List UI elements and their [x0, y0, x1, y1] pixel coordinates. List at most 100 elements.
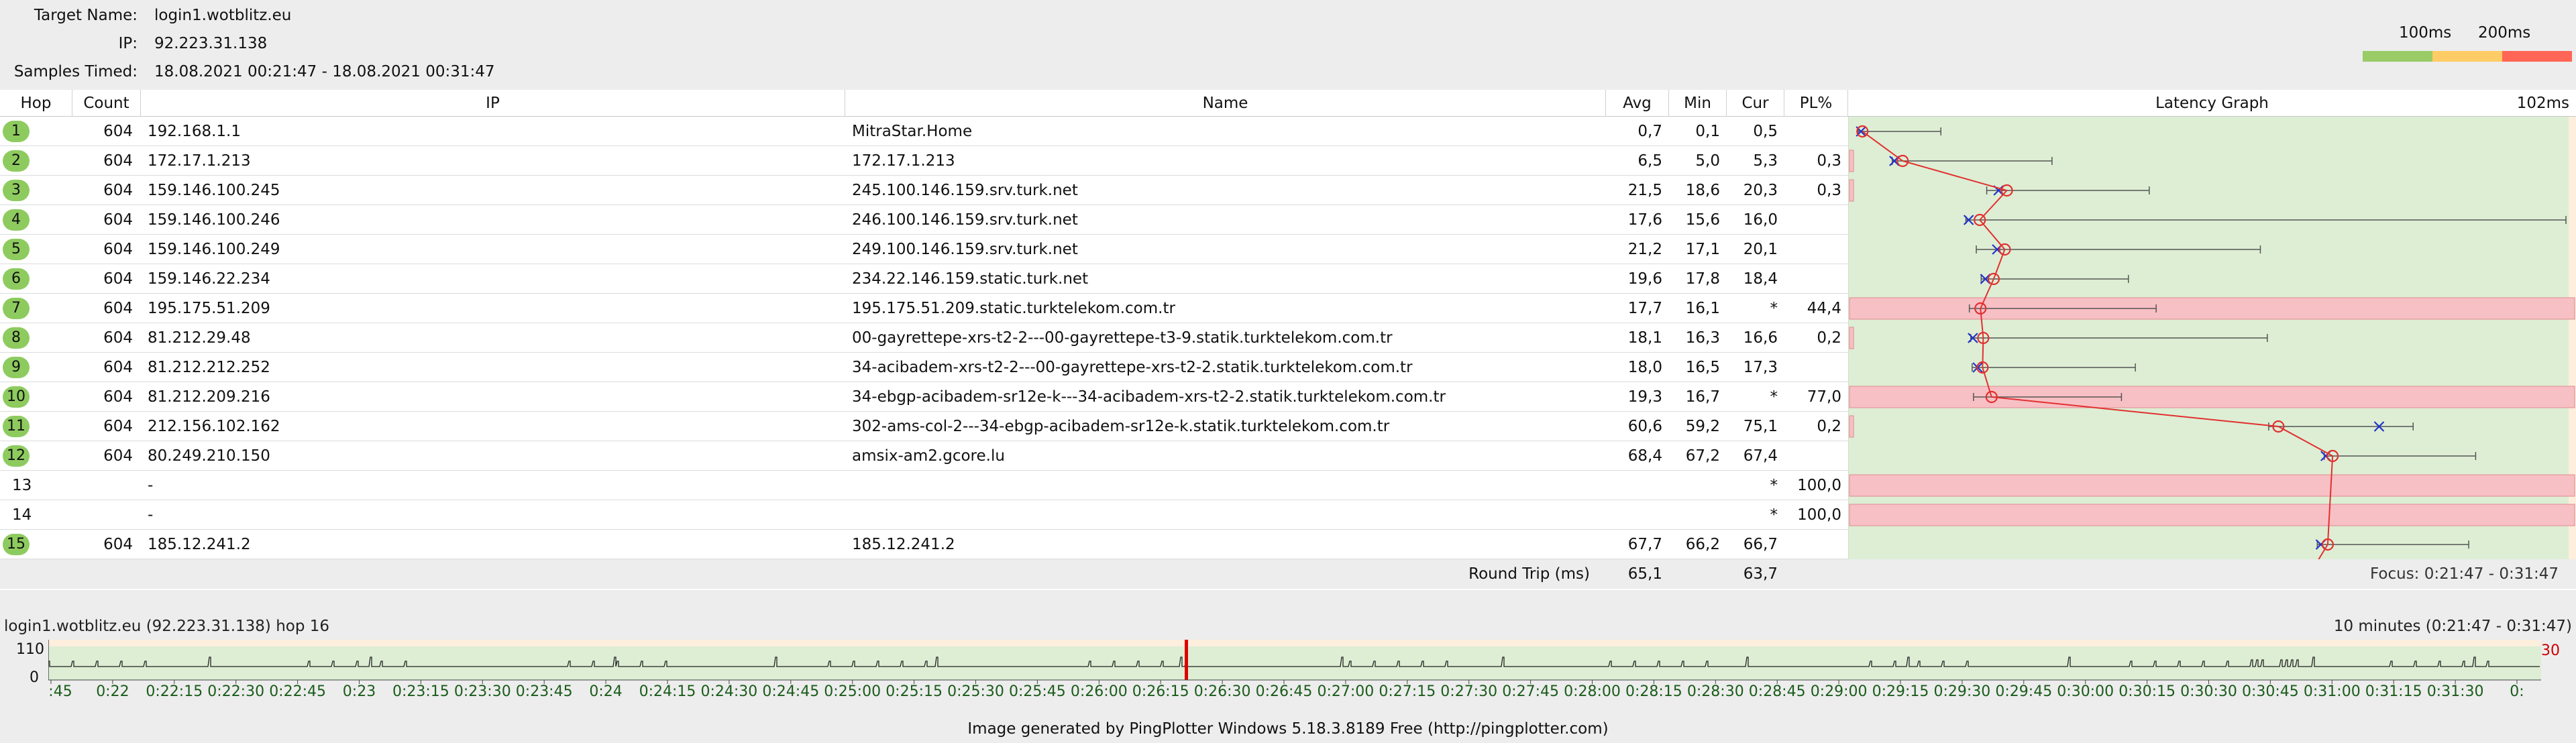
timeline-tick-label: 0:23:15 [392, 683, 449, 700]
round-trip-cur: 63,7 [1727, 559, 1784, 589]
table-row[interactable]: 2 604 172.17.1.213 172.17.1.213 6,5 5,0 5,3 0,3 [0, 146, 1848, 176]
timeline-tick-label: 0:26:45 [1256, 683, 1313, 700]
hop-number: 14 [12, 506, 32, 524]
cur-cell: 17,3 [1743, 359, 1778, 376]
table-row[interactable]: 11 604 212.156.102.162 302-ams-col-2---34-e… [0, 412, 1848, 441]
timeline-packet-loss-marker [1185, 640, 1188, 680]
footer-credit: Image generated by PingPlotter Windows 5… [0, 715, 2576, 743]
timeline-tick-label: 0:29:15 [1872, 683, 1929, 700]
timeline-tick-label: 0:30:45 [2242, 683, 2299, 700]
hop-cell: 7 [0, 294, 72, 323]
samples-timed-label: Samples Timed: [13, 63, 138, 80]
timeline-tick-label: 0:24:15 [639, 683, 696, 700]
timeline-tick-label: 0:22:15 [146, 683, 203, 700]
column-header-hop[interactable]: Hop [0, 90, 72, 117]
cur-cell: 5,3 [1753, 152, 1778, 170]
min-cell [1669, 471, 1727, 500]
packet-loss-cell [1784, 235, 1848, 264]
count-cell: 604 [103, 270, 133, 288]
ip-cell: 212.156.102.162 [148, 418, 280, 435]
scale-100ms-label: 100ms [2399, 24, 2452, 42]
table-row[interactable]: 8 604 81.212.29.48 00-gayrettepe-xrs-t2-2--… [0, 323, 1848, 353]
table-row[interactable]: 12 604 80.249.210.150 amsix-am2.gcore.lu 68,… [0, 441, 1848, 471]
packet-loss-cell [1784, 353, 1848, 382]
timeline-y-min: 0 [30, 669, 39, 686]
packet-loss-bar [1849, 415, 1854, 438]
timeline-tick-label: 0:22:45 [269, 683, 326, 700]
hop-cell: 6 [0, 264, 72, 294]
min-cell: 15,6 [1685, 211, 1720, 229]
cur-cell: * [1770, 388, 1778, 406]
timeline-tick-label: 0:30:30 [2180, 683, 2237, 700]
ip-cell: 81.212.29.48 [148, 329, 251, 347]
ip-cell: 172.17.1.213 [148, 152, 251, 170]
avg-cell: 67,7 [1627, 536, 1662, 553]
name-cell: 34-acibadem-xrs-t2-2---00-gayrettepe-xrs… [852, 359, 1413, 376]
table-row[interactable]: 3 604 159.146.100.245 245.100.146.159.srv.t… [0, 176, 1848, 205]
name-cell: 34-ebgp-acibadem-sr12e-k---34-acibadem-x… [852, 388, 1446, 406]
cur-cell: 18,4 [1743, 270, 1778, 288]
column-header-latency-graph[interactable]: Latency Graph [1848, 90, 2576, 117]
avg-cell: 17,7 [1627, 300, 1662, 317]
latency-graph [1848, 117, 2576, 559]
scale-bar-low [2363, 51, 2432, 62]
target-name-label: Target Name: [34, 7, 138, 24]
avg-cell: 68,4 [1627, 447, 1662, 465]
timeline-chart[interactable]: 21:45 0:22 0:22:150:22:30 0:22:45 0:23 0:23:1… [48, 640, 2541, 713]
count-cell: 604 [103, 447, 133, 465]
column-header-ip[interactable]: IP [141, 90, 845, 117]
ip-cell: 159.146.22.234 [148, 270, 270, 288]
min-cell: 16,1 [1685, 300, 1720, 317]
name-cell: amsix-am2.gcore.lu [852, 447, 1005, 465]
packet-loss-cell [1784, 117, 1848, 146]
timeline-tick-label: 0:24:30 [700, 683, 757, 700]
timeline-tick-label: 0:26:15 [1132, 683, 1189, 700]
count-cell [72, 500, 141, 530]
column-header-name[interactable]: Name [845, 90, 1606, 117]
cur-cell: 16,0 [1743, 211, 1778, 229]
latency-graph-max-label: 102ms [2516, 95, 2569, 112]
min-cell: 16,7 [1685, 388, 1720, 406]
timeline-tick-label: 0:31:15 [2365, 683, 2422, 700]
focus-range: Focus: 0:21:47 - 0:31:47 [1784, 559, 2576, 589]
packet-loss-bar [1849, 150, 1854, 172]
table-row[interactable]: 1 604 192.168.1.1 MitraStar.Home 0,7 0,1 0,5 [0, 117, 1848, 146]
avg-cell: 0,7 [1638, 123, 1662, 140]
avg-cell: 21,5 [1627, 182, 1662, 199]
timeline-tick-label: 0:29:45 [1995, 683, 2052, 700]
column-header-min[interactable]: Min [1669, 90, 1727, 117]
trace-table: Hop Count IP Name Avg Min Cur PL% Latenc… [0, 90, 2576, 590]
table-row[interactable]: 9 604 81.212.212.252 34-acibadem-xrs-t2-2--… [0, 353, 1848, 382]
hop-cell: 14 [0, 500, 72, 530]
packet-loss-cell: 0,2 [1817, 418, 1841, 435]
name-cell: 00-gayrettepe-xrs-t2-2---00-gayrettepe-t… [852, 329, 1393, 347]
table-row[interactable]: 6 604 159.146.22.234 234.22.146.159.static.… [0, 264, 1848, 294]
hop-cell: 12 [0, 441, 72, 471]
table-row[interactable]: 4 604 159.146.100.246 246.100.146.159.srv.t… [0, 205, 1848, 235]
column-header-avg[interactable]: Avg [1606, 90, 1669, 117]
column-header-cur[interactable]: Cur [1727, 90, 1784, 117]
min-cell: 16,3 [1685, 329, 1720, 347]
table-row[interactable]: 13 - * 100,0 [0, 471, 1848, 500]
column-header-pl[interactable]: PL% [1784, 90, 1848, 117]
count-cell: 604 [103, 300, 133, 317]
table-row[interactable]: 7 604 195.175.51.209 195.175.51.209.static.… [0, 294, 1848, 323]
table-row[interactable]: 15 604 185.12.241.2 185.12.241.2 67,7 66,2 66,… [0, 530, 1848, 559]
packet-loss-cell [1784, 205, 1848, 235]
packet-loss-bar [1849, 327, 1854, 349]
table-row[interactable]: 10 604 81.212.209.216 34-ebgp-acibadem-sr12… [0, 382, 1848, 412]
hop-cell: 5 [0, 235, 72, 264]
count-cell [72, 471, 141, 500]
name-cell [845, 500, 1606, 530]
column-header-count[interactable]: Count [72, 90, 141, 117]
table-row[interactable]: 14 - * 100,0 [0, 500, 1848, 530]
timeline-tick-label: 21:45 [48, 683, 72, 700]
packet-loss-cell: 0,3 [1817, 152, 1841, 170]
timeline-tick-label: 0:25:15 [885, 683, 943, 700]
scale-200ms-label: 200ms [2478, 24, 2531, 42]
count-cell: 604 [103, 182, 133, 199]
packet-loss-bar [1849, 179, 1854, 202]
packet-loss-bar [1849, 504, 2575, 526]
count-cell: 604 [103, 152, 133, 170]
table-row[interactable]: 5 604 159.146.100.249 249.100.146.159.srv.t… [0, 235, 1848, 264]
